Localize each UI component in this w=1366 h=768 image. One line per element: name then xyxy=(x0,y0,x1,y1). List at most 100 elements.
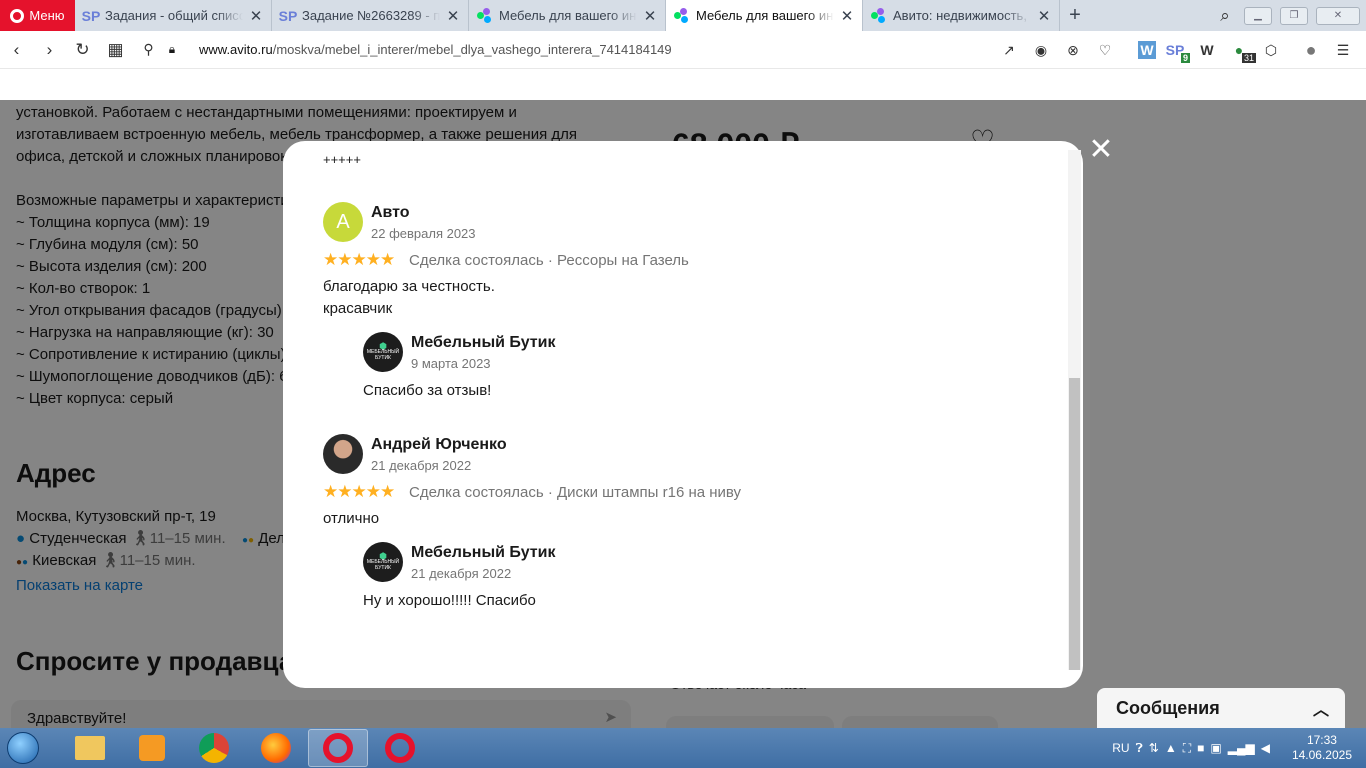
wiki-extension-icon[interactable]: W xyxy=(1194,37,1220,63)
explorer-taskbar-icon[interactable] xyxy=(60,729,120,767)
messages-title: Сообщения xyxy=(1116,697,1220,718)
tab-title: Задание №2663289 - про xyxy=(302,8,440,23)
back-icon[interactable]: ‹ xyxy=(0,31,33,69)
deal-status: Сделка состоялась · Рессоры на Газель xyxy=(409,252,689,269)
browser-tab-bar: Меню SP Задания - общий список s ✕ SP За… xyxy=(0,0,1366,31)
reply-author[interactable]: Мебельный Бутик xyxy=(411,544,555,562)
opera-logo-icon xyxy=(10,8,25,23)
review-author[interactable]: Андрей Юрченко xyxy=(371,436,507,454)
url-field[interactable]: www.avito.ru/moskva/mebel_i_interer/mebe… xyxy=(199,42,672,57)
reply-text: Ну и хорошо!!!!! Спасибо xyxy=(363,592,536,609)
seller-logo-avatar: ⬢ МЕБЕЛЬНЫЙ БУТИК xyxy=(363,332,403,372)
location-pin-icon[interactable]: ⚲ xyxy=(132,31,165,69)
forward-icon[interactable]: › xyxy=(33,31,66,69)
windows-taskbar: RU ❓︎ ⇅ ▲ ⛶ ■ ▣ ▂▄▆ ◀ 17:33 14.06.2025 xyxy=(0,728,1366,768)
deal-status: Сделка состоялась · Диски штампы r16 на … xyxy=(409,484,742,501)
reply-date: 9 марта 2023 xyxy=(411,356,491,371)
screenshot-icon[interactable]: ⛶ xyxy=(1183,741,1191,756)
close-tab-icon[interactable]: ✕ xyxy=(840,7,854,25)
author-avatar: А xyxy=(323,202,363,242)
address-bar-tools: ↗ ◉ ⊗ ♡ W SP 9 W ● 31 ⬡ ● ☰ xyxy=(996,31,1366,69)
opera-taskbar-icon[interactable] xyxy=(370,729,430,767)
close-tab-icon[interactable]: ✕ xyxy=(249,7,263,25)
tab-task-detail[interactable]: SP Задание №2663289 - про ✕ xyxy=(272,0,469,31)
reply-date: 21 декабря 2022 xyxy=(411,566,512,581)
close-modal-icon[interactable]: ✕ xyxy=(1088,135,1114,165)
close-window-button[interactable]: ✕ xyxy=(1316,6,1360,25)
tab-tasks-list[interactable]: SP Задания - общий список s ✕ xyxy=(75,0,272,31)
reload-icon[interactable]: ↻ xyxy=(66,31,99,69)
review-card: Андрей Юрченко 21 декабря 2022 ★★★★★ Сде… xyxy=(323,434,1023,634)
tab-title: Задания - общий список s xyxy=(105,8,243,23)
calendar-extension-icon[interactable]: ● 31 xyxy=(1226,37,1256,63)
address-bar: ‹ › ↻ ▦ ⚲ 🔒︎ www.avito.ru/moskva/mebel_i… xyxy=(0,31,1366,69)
clock-date: 14.06.2025 xyxy=(1291,748,1352,762)
modal-scrollbar[interactable] xyxy=(1069,378,1080,670)
minimize-button[interactable]: ▁ xyxy=(1244,6,1272,25)
send-icon[interactable]: ↗ xyxy=(996,37,1022,63)
usb-icon[interactable]: ▣ xyxy=(1210,741,1221,755)
adblock-icon[interactable]: ⊗ xyxy=(1060,37,1086,63)
language-indicator[interactable]: RU xyxy=(1112,741,1129,755)
review-author[interactable]: Авто xyxy=(371,204,410,222)
review-date: 22 февраля 2023 xyxy=(371,226,476,241)
sp-extension-icon[interactable]: SP 9 xyxy=(1162,37,1190,63)
tab-avito-realty[interactable]: Авито: недвижимость, тра ✕ xyxy=(863,0,1060,31)
heart-bookmark-icon[interactable]: ♡ xyxy=(1092,37,1118,63)
maximize-button[interactable]: ❐ xyxy=(1280,6,1308,25)
profile-icon[interactable]: ● xyxy=(1298,37,1324,63)
clock[interactable]: 17:33 14.06.2025 xyxy=(1292,733,1352,763)
chrome-taskbar-icon[interactable] xyxy=(184,729,244,767)
search-tabs-icon[interactable]: ⌕ xyxy=(1214,6,1236,26)
new-tab-button[interactable]: + xyxy=(1060,0,1090,31)
window-controls: ⌕ ▁ ❐ ✕ xyxy=(1214,0,1366,31)
close-tab-icon[interactable]: ✕ xyxy=(1037,7,1051,25)
tab-avito-furniture-1[interactable]: Мебель для вашего интер ✕ xyxy=(469,0,666,31)
sp-favicon-icon: SP xyxy=(81,7,101,24)
app-tray-icon[interactable]: ■ xyxy=(1197,741,1204,755)
tab-title: Мебель для вашего интер xyxy=(696,8,834,23)
review-text: красавчик xyxy=(323,300,393,317)
chevron-up-icon[interactable]: ︿ xyxy=(1313,696,1329,720)
reply-author[interactable]: Мебельный Бутик xyxy=(411,334,555,352)
calendar-badge: 31 xyxy=(1241,53,1256,63)
rating-stars-icon: ★★★★★ xyxy=(323,250,395,269)
tab-title: Авито: недвижимость, тра xyxy=(893,8,1031,23)
network-signal-icon[interactable]: ▂▄▆ xyxy=(1228,741,1255,755)
menu-label: Меню xyxy=(29,8,65,23)
opera-taskbar-icon[interactable] xyxy=(308,729,368,767)
review-text: благодарю за честность. xyxy=(323,278,495,295)
reviews-modal: +++++ А Авто 22 февраля 2023 ★★★★★ Сделк… xyxy=(283,141,1083,688)
seller-logo-avatar: ⬢ МЕБЕЛЬНЫЙ БУТИК xyxy=(363,542,403,582)
show-hidden-icons-icon[interactable]: ▲ xyxy=(1165,741,1177,755)
author-avatar xyxy=(323,434,363,474)
messages-panel[interactable]: Сообщения ︿ xyxy=(1097,688,1345,728)
seller-reply: ⬢ МЕБЕЛЬНЫЙ БУТИК Мебельный Бутик 9 марта… xyxy=(363,332,763,402)
network-pin-icon[interactable]: ⇅ xyxy=(1149,741,1159,755)
windows-logo-icon xyxy=(7,732,39,764)
easy-setup-icon[interactable]: ☰ xyxy=(1330,37,1356,63)
opera-menu-button[interactable]: Меню xyxy=(0,0,75,31)
tabs-grid-icon[interactable]: ▦ xyxy=(99,31,132,69)
word-extension-icon[interactable]: W xyxy=(1138,41,1156,59)
media-player-taskbar-icon[interactable] xyxy=(122,729,182,767)
start-button[interactable] xyxy=(0,728,46,768)
seller-reply: ⬢ МЕБЕЛЬНЫЙ БУТИК Мебельный Бутик 21 дека… xyxy=(363,542,763,612)
close-tab-icon[interactable]: ✕ xyxy=(446,7,460,25)
camera-icon[interactable]: ◉ xyxy=(1028,37,1054,63)
review-text: отлично xyxy=(323,510,380,527)
review-text: +++++ xyxy=(323,152,361,167)
reply-text: Спасибо за отзыв! xyxy=(363,382,492,399)
volume-icon[interactable]: ◀ xyxy=(1261,741,1270,755)
url-path: /moskva/mebel_i_interer/mebel_dlya_vashe… xyxy=(272,42,672,57)
avito-favicon-icon xyxy=(477,7,493,24)
avito-favicon-icon xyxy=(674,7,690,24)
system-tray: RU ❓︎ ⇅ ▲ ⛶ ■ ▣ ▂▄▆ ◀ 17:33 14.06.2025 xyxy=(1112,728,1366,768)
tab-avito-furniture-active[interactable]: Мебель для вашего интер ✕ xyxy=(666,0,863,31)
firefox-taskbar-icon[interactable] xyxy=(246,729,306,767)
avito-favicon-icon xyxy=(871,7,887,24)
sp-badge: 9 xyxy=(1180,53,1190,63)
cube-extension-icon[interactable]: ⬡ xyxy=(1258,37,1284,63)
close-tab-icon[interactable]: ✕ xyxy=(643,7,657,25)
help-icon[interactable]: ❓︎ xyxy=(1136,741,1143,756)
